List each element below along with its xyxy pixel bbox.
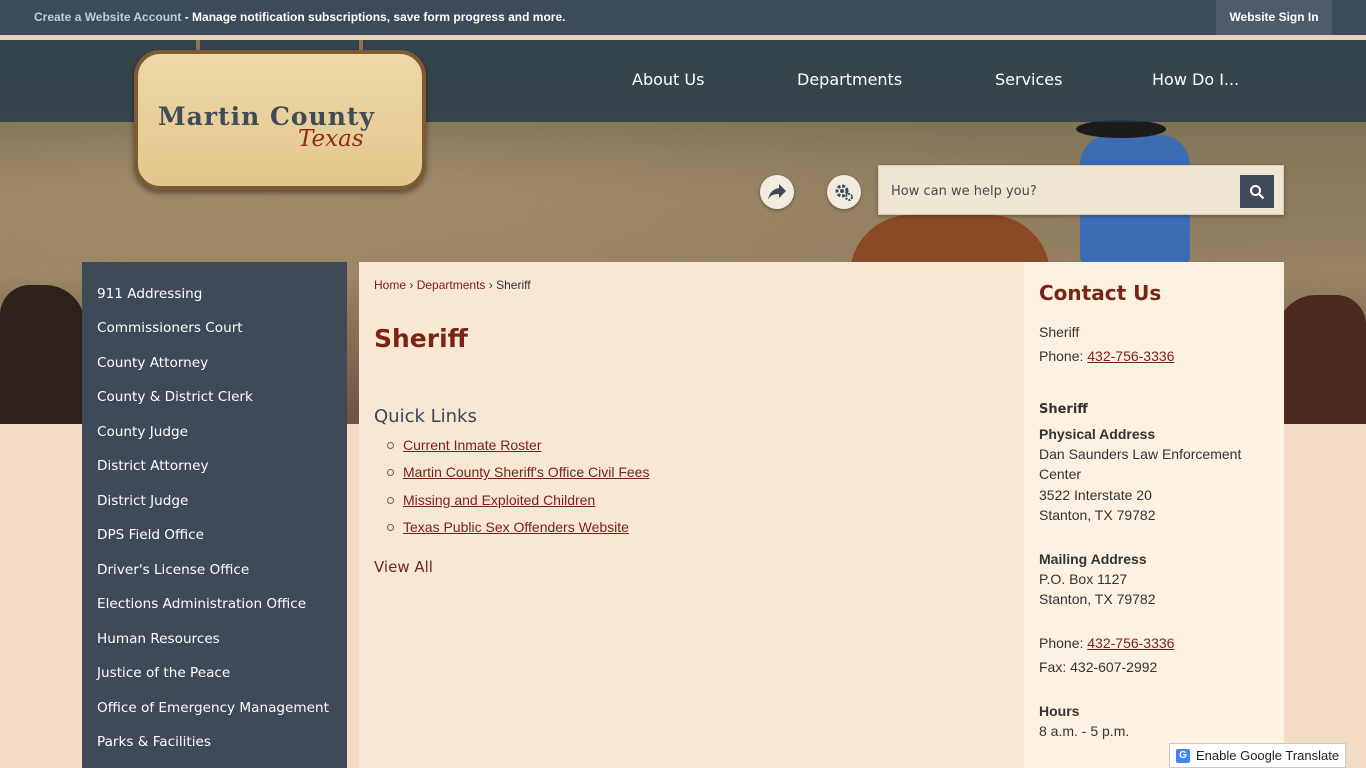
banner-cattle-left [0,285,85,424]
account-notice: Create a Website Account - Manage notifi… [34,10,565,24]
sidebar-item-justice-of-the-peace[interactable]: Justice of the Peace [97,665,230,681]
physical-address-line: Center [1039,466,1082,482]
contact-section-title: Sheriff [1039,402,1088,417]
nav-about-us[interactable]: About Us [632,70,704,89]
site-logo[interactable]: Martin County Texas [134,50,426,190]
nav-departments[interactable]: Departments [797,70,902,89]
main-content: Home › Departments › Sheriff Sheriff Qui… [359,262,1024,768]
google-icon: G [1176,748,1190,763]
search-icon [1250,184,1265,199]
physical-address-label: Physical Address [1039,426,1156,442]
contact-panel: Contact Us Sheriff Phone: 432-756-3336 S… [1024,262,1284,768]
contact-name: Sheriff [1039,324,1080,340]
banner-cattle-right [1276,295,1366,424]
tools-button[interactable] [827,175,861,209]
department-sidebar: 911 Addressing Commissioners Court Count… [82,262,347,768]
breadcrumb-departments[interactable]: Departments [417,278,486,292]
nav-how-do-i[interactable]: How Do I... [1152,70,1239,89]
hours-label: Hours [1039,703,1080,719]
share-icon [768,184,786,200]
list-item: Current Inmate Roster [387,437,649,464]
breadcrumb-current: Sheriff [496,278,531,292]
quick-link-civil-fees[interactable]: Martin County Sheriff's Office Civil Fee… [403,464,649,480]
list-item: Missing and Exploited Children [387,492,649,519]
page-title: Sheriff [374,324,468,353]
mailing-address-line: Stanton, TX 79782 [1039,591,1156,607]
create-account-link[interactable]: Create a Website Account [34,10,181,24]
breadcrumb-separator: › [409,278,414,292]
contact-heading: Contact Us [1039,281,1162,305]
physical-address-line: 3522 Interstate 20 [1039,487,1152,503]
sign-in-button[interactable]: Website Sign In [1216,0,1332,35]
quick-links-list: Current Inmate Roster Martin County Sher… [387,437,649,546]
sidebar-item-commissioners-court[interactable]: Commissioners Court [97,320,243,336]
logo-subtitle: Texas [298,126,364,152]
breadcrumb: Home › Departments › Sheriff [374,278,531,292]
utility-bar: Create a Website Account - Manage notifi… [0,0,1366,35]
list-item: Martin County Sheriff's Office Civil Fee… [387,464,649,491]
sidebar-item-911-addressing[interactable]: 911 Addressing [97,286,202,302]
contact-phone2-label: Phone: [1039,635,1088,651]
nav-services[interactable]: Services [995,70,1062,89]
search-input[interactable] [889,176,1239,206]
mailing-address-line: P.O. Box 1127 [1039,571,1128,587]
search-box [878,165,1284,215]
gear-icon [835,184,853,201]
contact-phone-link[interactable]: 432-756-3336 [1087,348,1174,364]
quick-links-title: Quick Links [374,406,477,427]
contact-phone2-row: Phone: 432-756-3336 [1039,635,1174,651]
quick-link-missing-children[interactable]: Missing and Exploited Children [403,492,595,508]
sidebar-item-district-judge[interactable]: District Judge [97,493,188,509]
breadcrumb-home[interactable]: Home [374,278,406,292]
google-translate-button[interactable]: G Enable Google Translate [1169,743,1346,768]
mailing-address-label: Mailing Address [1039,551,1147,567]
sidebar-item-elections-administration[interactable]: Elections Administration Office [97,596,306,612]
sidebar-item-dps-field-office[interactable]: DPS Field Office [97,527,204,543]
account-notice-text: - Manage notification subscriptions, sav… [181,10,566,24]
sidebar-item-drivers-license-office[interactable]: Driver's License Office [97,562,249,578]
search-button[interactable] [1240,175,1274,208]
contact-phone-label: Phone: [1039,348,1088,364]
translate-label: Enable Google Translate [1196,748,1340,763]
sidebar-item-district-attorney[interactable]: District Attorney [97,458,209,474]
contact-fax: Fax: 432-607-2992 [1039,659,1158,675]
physical-address-line: Stanton, TX 79782 [1039,507,1156,523]
breadcrumb-separator: › [488,278,493,292]
hours-value: 8 a.m. - 5 p.m. [1039,723,1130,739]
banner-rider-hat [1076,120,1166,138]
view-all-link[interactable]: View All [374,558,433,576]
contact-phone2-link[interactable]: 432-756-3336 [1087,635,1174,651]
contact-phone-row: Phone: 432-756-3336 [1039,348,1174,364]
list-item: Texas Public Sex Offenders Website [387,519,649,546]
sidebar-item-human-resources[interactable]: Human Resources [97,631,220,647]
sidebar-item-parks-facilities[interactable]: Parks & Facilities [97,734,211,750]
sidebar-item-county-district-clerk[interactable]: County & District Clerk [97,389,253,405]
quick-link-sex-offenders[interactable]: Texas Public Sex Offenders Website [403,519,629,535]
sidebar-item-county-judge[interactable]: County Judge [97,424,188,440]
sidebar-item-emergency-management[interactable]: Office of Emergency Management [97,700,329,716]
physical-address-line: Dan Saunders Law Enforcement [1039,446,1242,462]
sidebar-item-county-attorney[interactable]: County Attorney [97,355,208,371]
quick-link-inmate-roster[interactable]: Current Inmate Roster [403,437,542,453]
share-button[interactable] [760,175,794,209]
